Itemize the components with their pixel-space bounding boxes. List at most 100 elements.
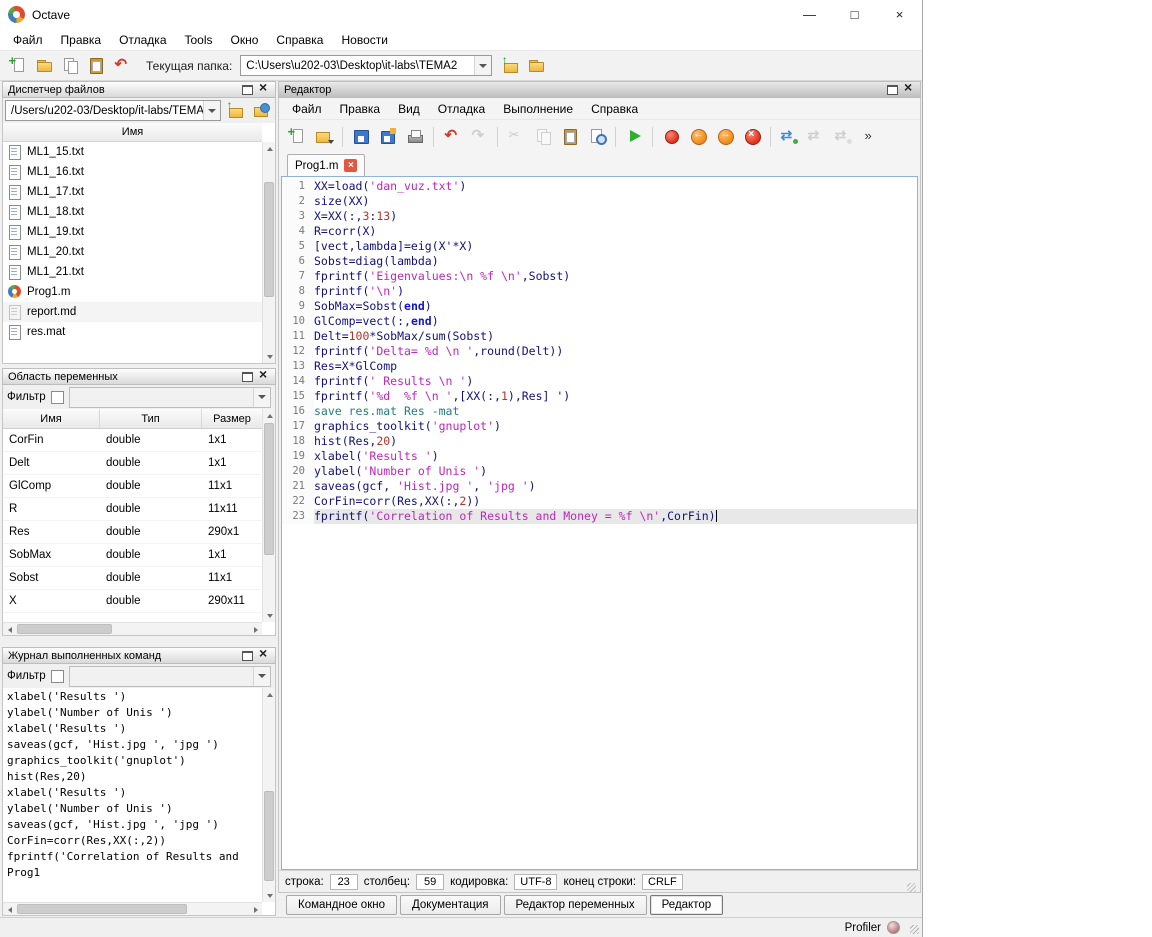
history-entry[interactable]: ylabel('Number of Unis ') bbox=[3, 801, 262, 817]
workspace-row[interactable]: SobMaxdouble1x1 bbox=[3, 544, 262, 567]
file-browser-column-header[interactable]: Имя bbox=[3, 123, 262, 142]
cut-icon[interactable] bbox=[504, 125, 528, 149]
file-row[interactable]: ML1_15.txt bbox=[3, 142, 275, 162]
scrollbar-thumb[interactable] bbox=[264, 791, 274, 881]
workspace-vscrollbar[interactable] bbox=[262, 409, 275, 622]
scroll-up-icon[interactable] bbox=[263, 142, 276, 155]
code-line[interactable]: 5[vect,lambda]=eig(X'*X) bbox=[282, 239, 917, 254]
code-line[interactable]: 1XX=load('dan_vuz.txt') bbox=[282, 179, 917, 194]
scroll-right-icon[interactable] bbox=[249, 623, 262, 636]
bottom-tab-1[interactable]: Документация bbox=[400, 895, 501, 915]
step-back-icon[interactable] bbox=[686, 125, 710, 149]
code-line[interactable]: 12fprintf('Delta= %d \n ',round(Delt)) bbox=[282, 344, 917, 359]
workspace-row[interactable]: Deltdouble1x1 bbox=[3, 452, 262, 475]
undock-button[interactable] bbox=[239, 648, 256, 663]
scroll-up-icon[interactable] bbox=[263, 409, 276, 422]
file-browser-path-dropdown[interactable] bbox=[203, 101, 220, 120]
new-script-icon[interactable] bbox=[285, 125, 309, 149]
code-line[interactable]: 20ylabel('Number of Unis ') bbox=[282, 464, 917, 479]
code-line[interactable]: 21saveas(gcf, 'Hist.jpg ', 'jpg ') bbox=[282, 479, 917, 494]
open-file-icon[interactable] bbox=[32, 54, 56, 78]
workspace-row[interactable]: Rdouble11x11 bbox=[3, 498, 262, 521]
history-entry[interactable]: graphics_toolkit('gnuplot') bbox=[3, 753, 262, 769]
undo-icon[interactable] bbox=[110, 54, 134, 78]
tab-prog1[interactable]: Prog1.m × bbox=[287, 154, 365, 176]
undo-icon[interactable] bbox=[440, 125, 464, 149]
code-line[interactable]: 6Sobst=diag(lambda) bbox=[282, 254, 917, 269]
scroll-left-icon[interactable] bbox=[3, 623, 16, 636]
record-icon[interactable] bbox=[659, 125, 683, 149]
workspace-row[interactable]: CorFindouble1x1 bbox=[3, 429, 262, 452]
workspace-row[interactable]: GlCompdouble11x1 bbox=[3, 475, 262, 498]
undock-button[interactable] bbox=[239, 369, 256, 384]
history-entry[interactable]: CorFin=corr(Res,XX(:,2)) bbox=[3, 833, 262, 849]
scroll-up-icon[interactable] bbox=[263, 688, 276, 701]
menubar-item-5[interactable]: Справка bbox=[267, 31, 332, 49]
folder-actions-icon[interactable] bbox=[249, 99, 273, 123]
scroll-down-icon[interactable] bbox=[263, 350, 276, 363]
scroll-left-icon[interactable] bbox=[3, 903, 16, 916]
code-line[interactable]: 4R=corr(X) bbox=[282, 224, 917, 239]
workspace-column-header[interactable]: Тип bbox=[100, 409, 202, 428]
code-line[interactable]: 14fprintf(' Results \n ') bbox=[282, 374, 917, 389]
code-line[interactable]: 10GlComp=vect(:,end) bbox=[282, 314, 917, 329]
current-folder-dropdown-button[interactable] bbox=[474, 56, 491, 75]
undock-button[interactable] bbox=[239, 82, 256, 97]
menubar-item-2[interactable]: Отладка bbox=[110, 31, 175, 49]
history-entry[interactable]: xlabel('Results ') bbox=[3, 721, 262, 737]
file-row[interactable]: Prog1.m bbox=[3, 282, 275, 302]
paste-icon[interactable] bbox=[84, 54, 108, 78]
file-row[interactable]: ML1_16.txt bbox=[3, 162, 275, 182]
workspace-column-header[interactable]: Имя bbox=[3, 409, 100, 428]
minimize-button[interactable]: — bbox=[787, 0, 832, 29]
code-line[interactable]: 23fprintf('Correlation of Results and Mo… bbox=[282, 509, 917, 524]
maximize-button[interactable]: □ bbox=[832, 0, 877, 29]
code-line[interactable]: 7fprintf('Eigenvalues:\n %f \n',Sobst) bbox=[282, 269, 917, 284]
file-browser-vscrollbar[interactable] bbox=[262, 142, 275, 363]
copy-icon[interactable] bbox=[58, 54, 82, 78]
browse-folder-icon[interactable] bbox=[524, 54, 548, 78]
save-icon[interactable] bbox=[349, 125, 373, 149]
workspace-row[interactable]: Sobstdouble11x1 bbox=[3, 567, 262, 590]
tab-close-icon[interactable]: × bbox=[344, 159, 357, 172]
code-editor[interactable]: 1XX=load('dan_vuz.txt')2size(XX)3X=XX(:,… bbox=[281, 176, 918, 870]
folder-up-icon[interactable] bbox=[223, 99, 247, 123]
resize-grip-icon[interactable] bbox=[907, 883, 916, 892]
menubar-item-6[interactable]: Новости bbox=[332, 31, 396, 49]
scrollbar-thumb[interactable] bbox=[17, 624, 112, 634]
file-row[interactable]: ML1_19.txt bbox=[3, 222, 275, 242]
editor-menu-item-5[interactable]: Справка bbox=[582, 100, 647, 118]
workspace-filter-combo[interactable] bbox=[69, 387, 271, 408]
filter-dropdown-button[interactable] bbox=[253, 388, 270, 407]
next-breakpoint-icon[interactable] bbox=[804, 125, 828, 149]
history-entry[interactable]: ylabel('Number of Unis ') bbox=[3, 705, 262, 721]
workspace-hscrollbar[interactable] bbox=[3, 622, 262, 635]
code-line[interactable]: 15fprintf('%d %f \n ',[XX(:,1),Res] ') bbox=[282, 389, 917, 404]
close-panel-button[interactable] bbox=[901, 82, 918, 97]
file-row[interactable]: ML1_21.txt bbox=[3, 262, 275, 282]
editor-menu-item-4[interactable]: Выполнение bbox=[494, 100, 582, 118]
scroll-right-icon[interactable] bbox=[249, 903, 262, 916]
history-entry[interactable]: fprintf('Correlation of Results and bbox=[3, 849, 262, 865]
close-panel-button[interactable] bbox=[256, 648, 273, 663]
menubar-item-4[interactable]: Окно bbox=[222, 31, 268, 49]
code-line[interactable]: 22CorFin=corr(Res,XX(:,2)) bbox=[282, 494, 917, 509]
code-line[interactable]: 16save res.mat Res -mat bbox=[282, 404, 917, 419]
code-line[interactable]: 8fprintf('\n') bbox=[282, 284, 917, 299]
file-row[interactable]: report.md bbox=[3, 302, 275, 322]
bottom-tab-3[interactable]: Редактор bbox=[650, 895, 724, 915]
close-button[interactable]: × bbox=[877, 0, 922, 29]
editor-menu-item-2[interactable]: Вид bbox=[389, 100, 429, 118]
file-browser-path-combo[interactable]: /Users/u202-03/Desktop/it-labs/TEMA2 bbox=[5, 100, 221, 121]
editor-menu-item-1[interactable]: Правка bbox=[331, 100, 390, 118]
profiler-orb-icon[interactable] bbox=[887, 921, 900, 934]
previous-breakpoint-icon[interactable] bbox=[831, 125, 855, 149]
toggle-breakpoint-icon[interactable] bbox=[777, 125, 801, 149]
editor-menu-item-0[interactable]: Файл bbox=[283, 100, 331, 118]
stop-icon[interactable] bbox=[740, 125, 764, 149]
history-entry[interactable]: xlabel('Results ') bbox=[3, 689, 262, 705]
window-resize-grip-icon[interactable] bbox=[910, 925, 919, 934]
history-hscrollbar[interactable] bbox=[3, 902, 262, 915]
code-line[interactable]: 3X=XX(:,3:13) bbox=[282, 209, 917, 224]
close-panel-button[interactable] bbox=[256, 82, 273, 97]
